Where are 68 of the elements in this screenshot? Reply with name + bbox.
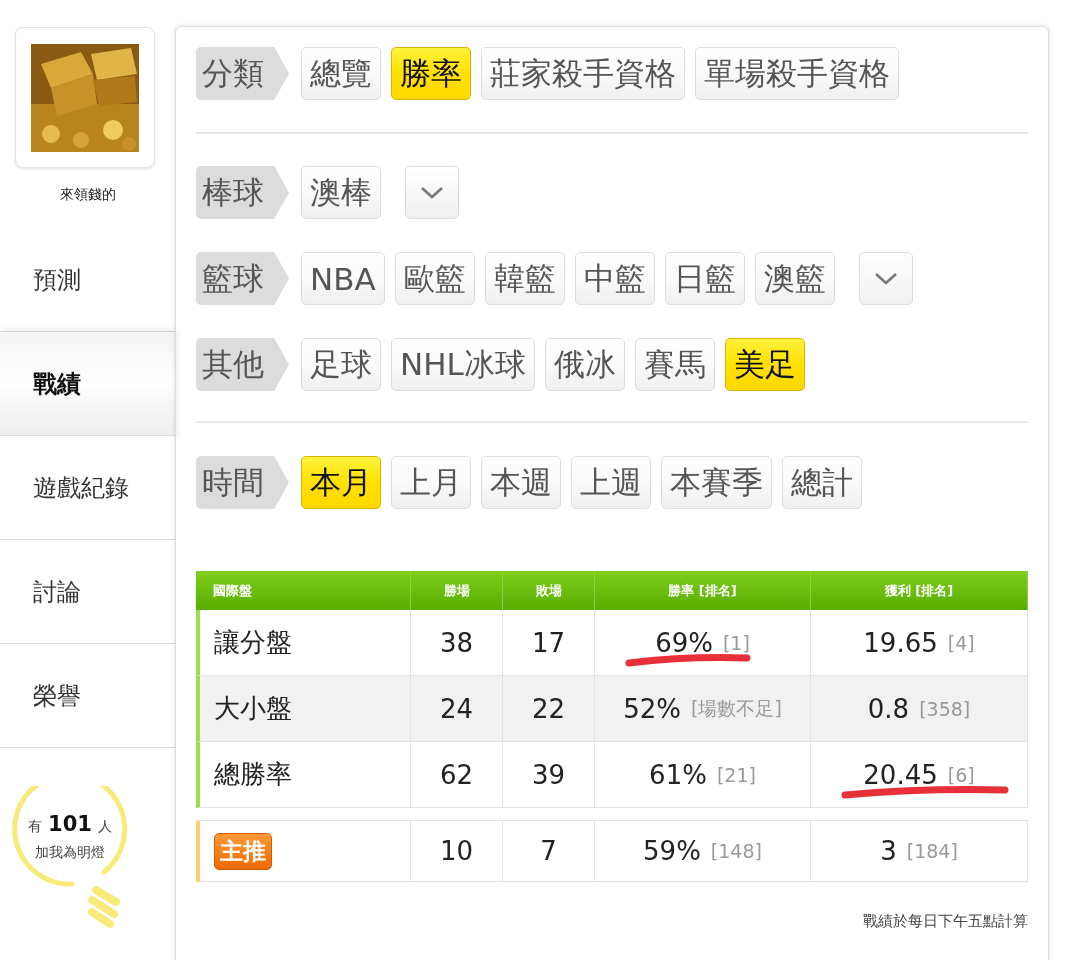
profit-value: 0.8 [867, 693, 910, 724]
footnote: 戰績於每日下午五點計算 [862, 912, 1028, 931]
table-cell: 62 [411, 742, 503, 808]
rank-text: [1] [722, 631, 750, 654]
category-tag: 分類 [196, 47, 289, 100]
table-cell: 17 [503, 610, 595, 676]
filter-chip[interactable]: 賽馬 [634, 338, 715, 391]
column-header: 國際盤 [196, 571, 411, 610]
filter-chip[interactable]: 莊家殺手資格 [481, 47, 685, 100]
table-cell: 10 [411, 821, 503, 882]
rank-text: [4] [947, 631, 975, 654]
filter-chip[interactable]: 本月 [301, 456, 381, 509]
filter-chip[interactable]: 上週 [571, 456, 651, 509]
win-rate: 61% [649, 759, 707, 790]
filter-chip[interactable]: 澳籃 [754, 252, 835, 305]
profit-value: 19.65 [863, 627, 938, 658]
rank-text: [184] [906, 840, 958, 862]
table-cell: 38 [411, 610, 503, 676]
filter-chip[interactable]: 美足 [724, 338, 805, 391]
row-label: 讓分盤 [214, 626, 292, 659]
more-button[interactable] [405, 166, 459, 219]
filter-chip[interactable]: 俄冰 [544, 338, 625, 391]
column-header: 勝率 [排名] [595, 571, 811, 610]
table-cell: 24 [411, 676, 503, 742]
main-pick-badge: 主推 [214, 832, 272, 870]
table-cell: 7 [503, 821, 595, 882]
rank-text: [6] [947, 763, 975, 786]
profit-value: 20.45 [863, 759, 938, 790]
rank-text: [場數不足] [691, 695, 782, 721]
filter-chip[interactable]: 歐籃 [394, 252, 475, 305]
filter-chip[interactable]: 上月 [391, 456, 471, 509]
filter-chip[interactable]: 日籃 [664, 252, 745, 305]
profit-value: 3 [880, 836, 897, 866]
filter-chip[interactable]: 韓籃 [484, 252, 565, 305]
filter-chip[interactable]: 本賽季 [661, 456, 772, 509]
rank-text: [21] [716, 763, 756, 786]
user-name: 來領錢的 [58, 186, 117, 204]
fans-count-text: 有 101 人 加我為明燈 [27, 811, 113, 862]
filter-chip[interactable]: 勝率 [391, 47, 471, 100]
category-tag: 籃球 [196, 252, 289, 305]
row-label: 總勝率 [214, 758, 292, 791]
win-rate: 69% [655, 627, 713, 658]
filter-chip[interactable]: NBA [301, 252, 385, 305]
category-tag: 棒球 [196, 166, 289, 219]
win-rate: 52% [623, 693, 681, 724]
row-label: 大小盤 [214, 692, 292, 725]
sidebar-item[interactable]: 戰績 [0, 332, 175, 436]
table-cell: 39 [503, 742, 595, 808]
filter-chip[interactable]: 總覽 [301, 47, 381, 100]
column-header: 勝場 [411, 571, 503, 610]
category-tag: 時間 [196, 456, 289, 509]
filter-chip[interactable]: 本週 [481, 456, 561, 509]
column-header: 獲利 [排名] [811, 571, 1028, 610]
more-button[interactable] [858, 252, 913, 305]
filter-chip[interactable]: 單場殺手資格 [695, 47, 899, 100]
filter-chip[interactable]: 澳棒 [301, 166, 381, 219]
rank-text: [148] [710, 840, 762, 862]
rank-text: [358] [919, 697, 971, 720]
win-rate: 59% [643, 836, 701, 866]
chevron-down-icon [873, 271, 898, 286]
filter-chip[interactable]: NHL冰球 [391, 338, 535, 391]
table-cell: 22 [503, 676, 595, 742]
chevron-down-icon [420, 185, 444, 200]
category-tag: 其他 [196, 338, 289, 391]
column-header: 敗場 [503, 571, 595, 610]
filter-chip[interactable]: 中籃 [574, 252, 655, 305]
filter-chip[interactable]: 總計 [782, 456, 862, 509]
filter-chip[interactable]: 足球 [301, 338, 381, 391]
